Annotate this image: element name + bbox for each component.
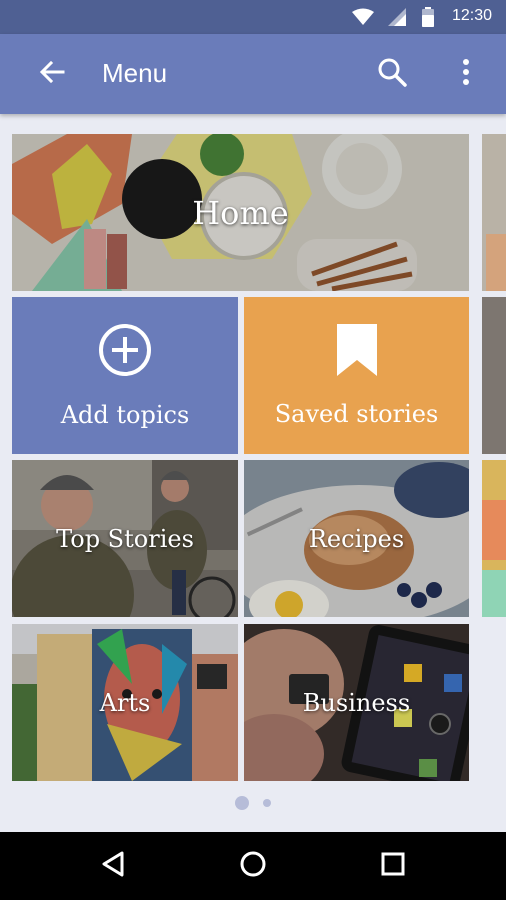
back-button[interactable]: [32, 54, 72, 94]
more-vert-icon: [462, 58, 470, 90]
tile-top-stories[interactable]: Top Stories: [12, 460, 238, 617]
tile-recipes[interactable]: Recipes: [244, 460, 469, 617]
search-icon: [377, 57, 407, 91]
tile-business-label: Business: [302, 688, 411, 717]
tile-arts[interactable]: Arts: [12, 624, 238, 781]
tile-saved-stories[interactable]: Saved stories: [244, 297, 469, 454]
tile-add-topics-label: Add topics: [60, 400, 190, 429]
back-triangle-icon: [100, 850, 126, 882]
nav-recents-button[interactable]: [373, 846, 413, 886]
status-time: 12:30: [451, 7, 492, 24]
topic-grid: Home Add topics Saved stories Top Storie…: [0, 114, 506, 814]
page-indicator: [0, 795, 506, 811]
next-page-peek-1: [482, 134, 506, 291]
tile-add-topics[interactable]: Add topics: [12, 297, 238, 454]
status-bar: 12:30: [0, 0, 506, 34]
overflow-menu-button[interactable]: [446, 54, 486, 94]
app-bar: Menu: [0, 34, 506, 114]
tile-home[interactable]: Home: [12, 134, 469, 291]
tile-business[interactable]: Business: [244, 624, 469, 781]
page-title: Menu: [102, 58, 168, 88]
recents-square-icon: [380, 851, 406, 881]
next-page-peek-3: [482, 460, 506, 617]
next-page-peek-2: [482, 297, 506, 454]
battery-icon: [422, 7, 434, 31]
tile-top-stories-label: Top Stories: [56, 524, 194, 553]
home-circle-icon: [239, 850, 267, 882]
wifi-icon: [352, 8, 374, 30]
page-dot-active[interactable]: [235, 796, 249, 810]
tile-saved-stories-label: Saved stories: [274, 399, 439, 428]
search-button[interactable]: [372, 54, 412, 94]
system-nav-bar: [0, 832, 506, 900]
back-arrow-icon: [39, 60, 65, 87]
add-circle-icon: [98, 323, 152, 383]
page-dot-inactive[interactable]: [263, 799, 271, 807]
cell-signal-icon: [388, 8, 406, 30]
nav-back-button[interactable]: [93, 846, 133, 886]
tile-arts-label: Arts: [99, 688, 151, 717]
tile-home-label: Home: [192, 193, 289, 232]
bookmark-icon: [336, 323, 377, 382]
nav-home-button[interactable]: [233, 846, 273, 886]
tile-recipes-label: Recipes: [308, 524, 405, 553]
